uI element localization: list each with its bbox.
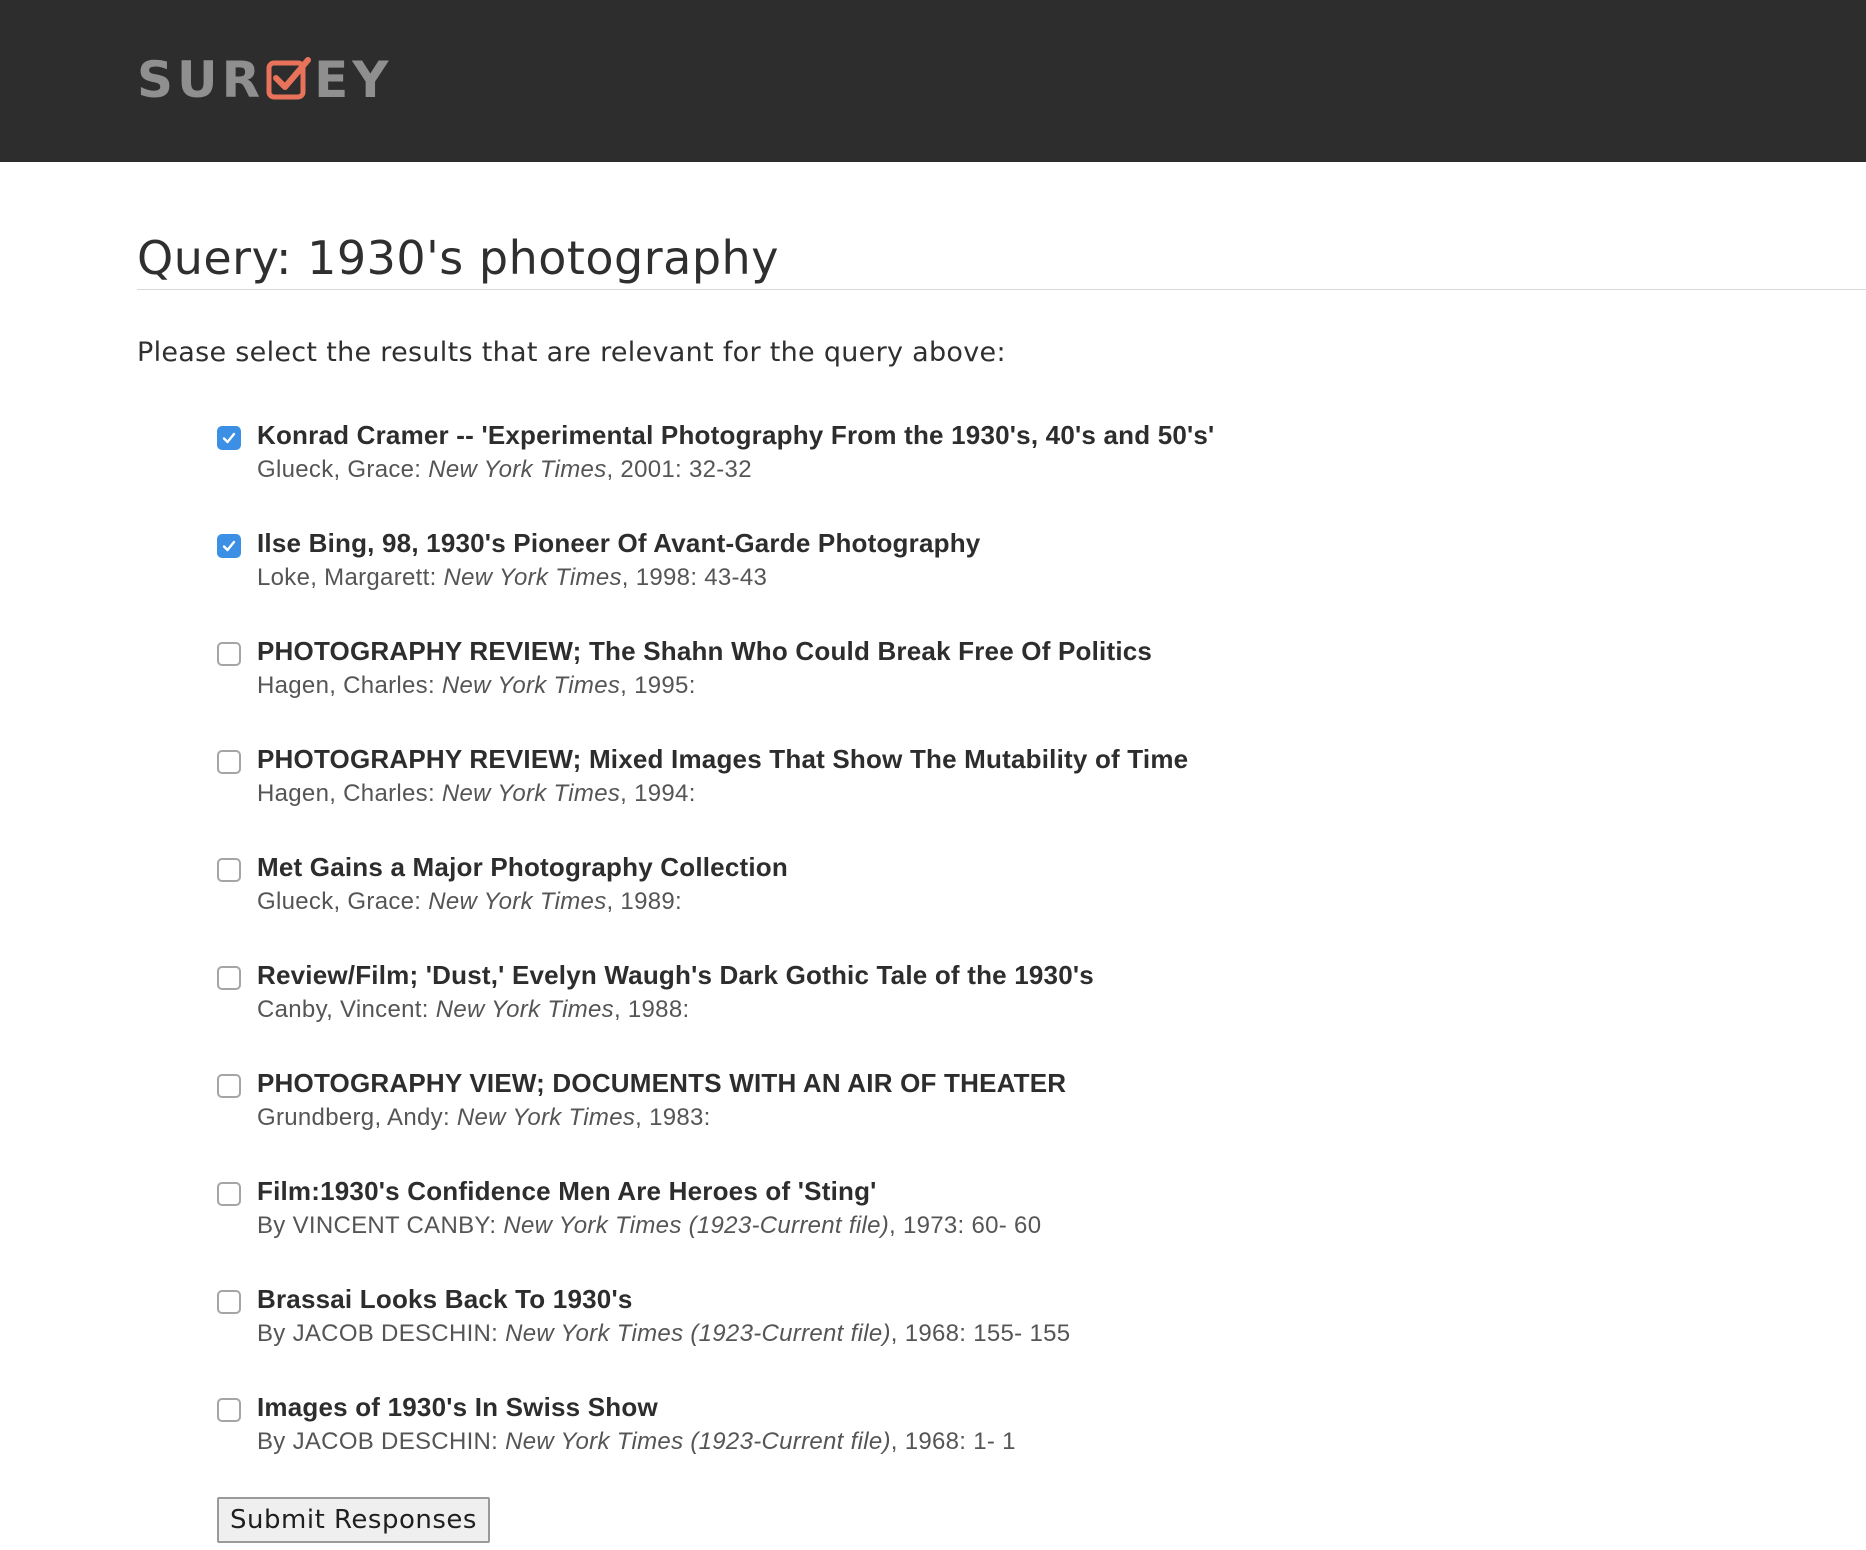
result-item: Images of 1930's In Swiss Show By JACOB D… [217,1387,1717,1495]
result-source: New York Times [441,672,621,699]
result-citation: Grundberg, Andy: New York Times, 1983: [257,1100,711,1136]
result-author: Glueck, Grace: [257,888,422,915]
result-details: , 1968: 155- 155 [890,1320,1071,1347]
result-source: New York Times (1923-Current file) [505,1320,891,1347]
result-source: New York Times [456,1104,636,1131]
survey-logo[interactable]: SUR EY [137,52,393,108]
top-bar: SUR EY [0,0,1866,162]
result-item: PHOTOGRAPHY VIEW; DOCUMENTS WITH AN AIR … [217,1063,1717,1171]
result-citation: By JACOB DESCHIN: New York Times (1923-C… [257,1424,1016,1460]
result-title[interactable]: PHOTOGRAPHY VIEW; DOCUMENTS WITH AN AIR … [257,1063,1066,1103]
submit-responses-button[interactable]: Submit Responses [217,1497,490,1543]
result-details: , 1973: 60- 60 [889,1212,1042,1239]
result-title[interactable]: Images of 1930's In Swiss Show [257,1387,658,1427]
result-author: By VINCENT CANBY: [257,1212,497,1239]
result-details: , 1995: [620,672,696,699]
result-citation: Glueck, Grace: New York Times, 1989: [257,884,682,920]
result-citation: Canby, Vincent: New York Times, 1988: [257,992,689,1028]
result-title[interactable]: Brassai Looks Back To 1930's [257,1279,633,1319]
result-author: Glueck, Grace: [257,456,422,483]
result-title[interactable]: Ilse Bing, 98, 1930's Pioneer Of Avant-G… [257,523,980,563]
result-title[interactable]: PHOTOGRAPHY REVIEW; Mixed Images That Sh… [257,739,1188,779]
result-citation: By JACOB DESCHIN: New York Times (1923-C… [257,1316,1070,1352]
result-details: , 1998: 43-43 [621,564,768,591]
result-source: New York Times [435,996,614,1023]
result-author: Canby, Vincent: [257,996,429,1023]
result-title[interactable]: Film:1930's Confidence Men Are Heroes of… [257,1171,877,1211]
result-author: Hagen, Charles: [257,672,435,699]
result-item: Brassai Looks Back To 1930's By JACOB DES… [217,1279,1717,1387]
result-checkbox[interactable] [217,1182,241,1206]
result-author: By JACOB DESCHIN: [257,1428,499,1455]
result-item: Review/Film; 'Dust,' Evelyn Waugh's Dark… [217,955,1717,1063]
result-checkbox[interactable] [217,426,241,450]
result-item: PHOTOGRAPHY REVIEW; The Shahn Who Could … [217,631,1717,739]
result-checkbox[interactable] [217,966,241,990]
check-icon [222,540,236,552]
result-title[interactable]: PHOTOGRAPHY REVIEW; The Shahn Who Could … [257,631,1152,671]
result-checkbox[interactable] [217,750,241,774]
result-item: Ilse Bing, 98, 1930's Pioneer Of Avant-G… [217,523,1717,631]
result-title[interactable]: Met Gains a Major Photography Collection [257,847,788,887]
result-source: New York Times (1923-Current file) [503,1212,890,1239]
main-content: Query: 1930's photography Please select … [137,230,1866,368]
result-checkbox[interactable] [217,1398,241,1422]
instructions-text: Please select the results that are relev… [137,337,1006,368]
result-citation: Hagen, Charles: New York Times, 1994: [257,776,696,812]
result-citation: Hagen, Charles: New York Times, 1995: [257,668,696,704]
result-checkbox[interactable] [217,642,241,666]
result-source: New York Times (1923-Current file) [505,1428,891,1455]
result-author: Loke, Margarett: [257,564,437,591]
result-item: Konrad Cramer -- 'Experimental Photograp… [217,415,1717,523]
result-citation: Loke, Margarett: New York Times, 1998: 4… [257,560,767,596]
results-list: Konrad Cramer -- 'Experimental Photograp… [217,415,1717,1495]
result-details: , 1988: [613,996,690,1023]
result-source: New York Times [441,780,621,807]
result-source: New York Times [428,456,607,483]
result-checkbox[interactable] [217,1074,241,1098]
title-divider [137,289,1866,290]
checkmark-icon [266,56,312,102]
logo-text-suffix: EY [314,51,393,109]
logo-text-prefix: SUR [137,51,265,109]
result-title[interactable]: Konrad Cramer -- 'Experimental Photograp… [257,415,1214,455]
result-source: New York Times [443,564,622,591]
result-details: , 1983: [635,1104,711,1131]
result-item: Met Gains a Major Photography Collection… [217,847,1717,955]
result-item: Film:1930's Confidence Men Are Heroes of… [217,1171,1717,1279]
result-details: , 1989: [606,888,682,915]
result-details: , 1968: 1- 1 [890,1428,1016,1455]
result-checkbox[interactable] [217,1290,241,1314]
result-details: , 1994: [620,780,696,807]
query-title: Query: 1930's photography [137,231,779,285]
result-citation: By VINCENT CANBY: New York Times (1923-C… [257,1208,1041,1244]
result-title[interactable]: Review/Film; 'Dust,' Evelyn Waugh's Dark… [257,955,1094,995]
result-author: By JACOB DESCHIN: [257,1320,499,1347]
result-source: New York Times [428,888,607,915]
result-details: , 2001: 32-32 [606,456,752,483]
result-author: Hagen, Charles: [257,780,435,807]
result-checkbox[interactable] [217,858,241,882]
result-citation: Glueck, Grace: New York Times, 2001: 32-… [257,452,752,488]
result-item: PHOTOGRAPHY REVIEW; Mixed Images That Sh… [217,739,1717,847]
result-author: Grundberg, Andy: [257,1104,450,1131]
check-icon [222,432,236,444]
result-checkbox[interactable] [217,534,241,558]
